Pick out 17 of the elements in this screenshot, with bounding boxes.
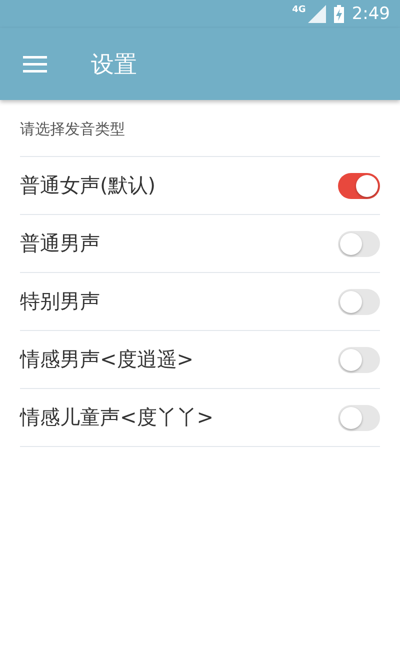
toggle-switch[interactable] xyxy=(338,230,380,256)
battery-icon xyxy=(334,5,344,23)
menu-button[interactable] xyxy=(23,54,47,74)
section-header: 请选择发音类型 xyxy=(20,100,380,157)
network-label: 4G xyxy=(292,5,306,15)
option-label: 普通男声 xyxy=(20,230,100,257)
toggle-switch[interactable] xyxy=(338,172,380,198)
toggle-switch[interactable] xyxy=(338,346,380,372)
option-label: 情感男声<度逍遥> xyxy=(20,346,194,373)
clock: 2:49 xyxy=(352,4,390,24)
option-label: 普通女声(默认) xyxy=(20,172,156,199)
toggle-switch[interactable] xyxy=(338,288,380,314)
toggle-switch[interactable] xyxy=(338,404,380,430)
signal-icon xyxy=(308,5,326,23)
option-label: 情感儿童声<度丫丫> xyxy=(20,404,214,431)
option-label: 特别男声 xyxy=(20,288,100,315)
screen-title: 设置 xyxy=(91,50,137,80)
